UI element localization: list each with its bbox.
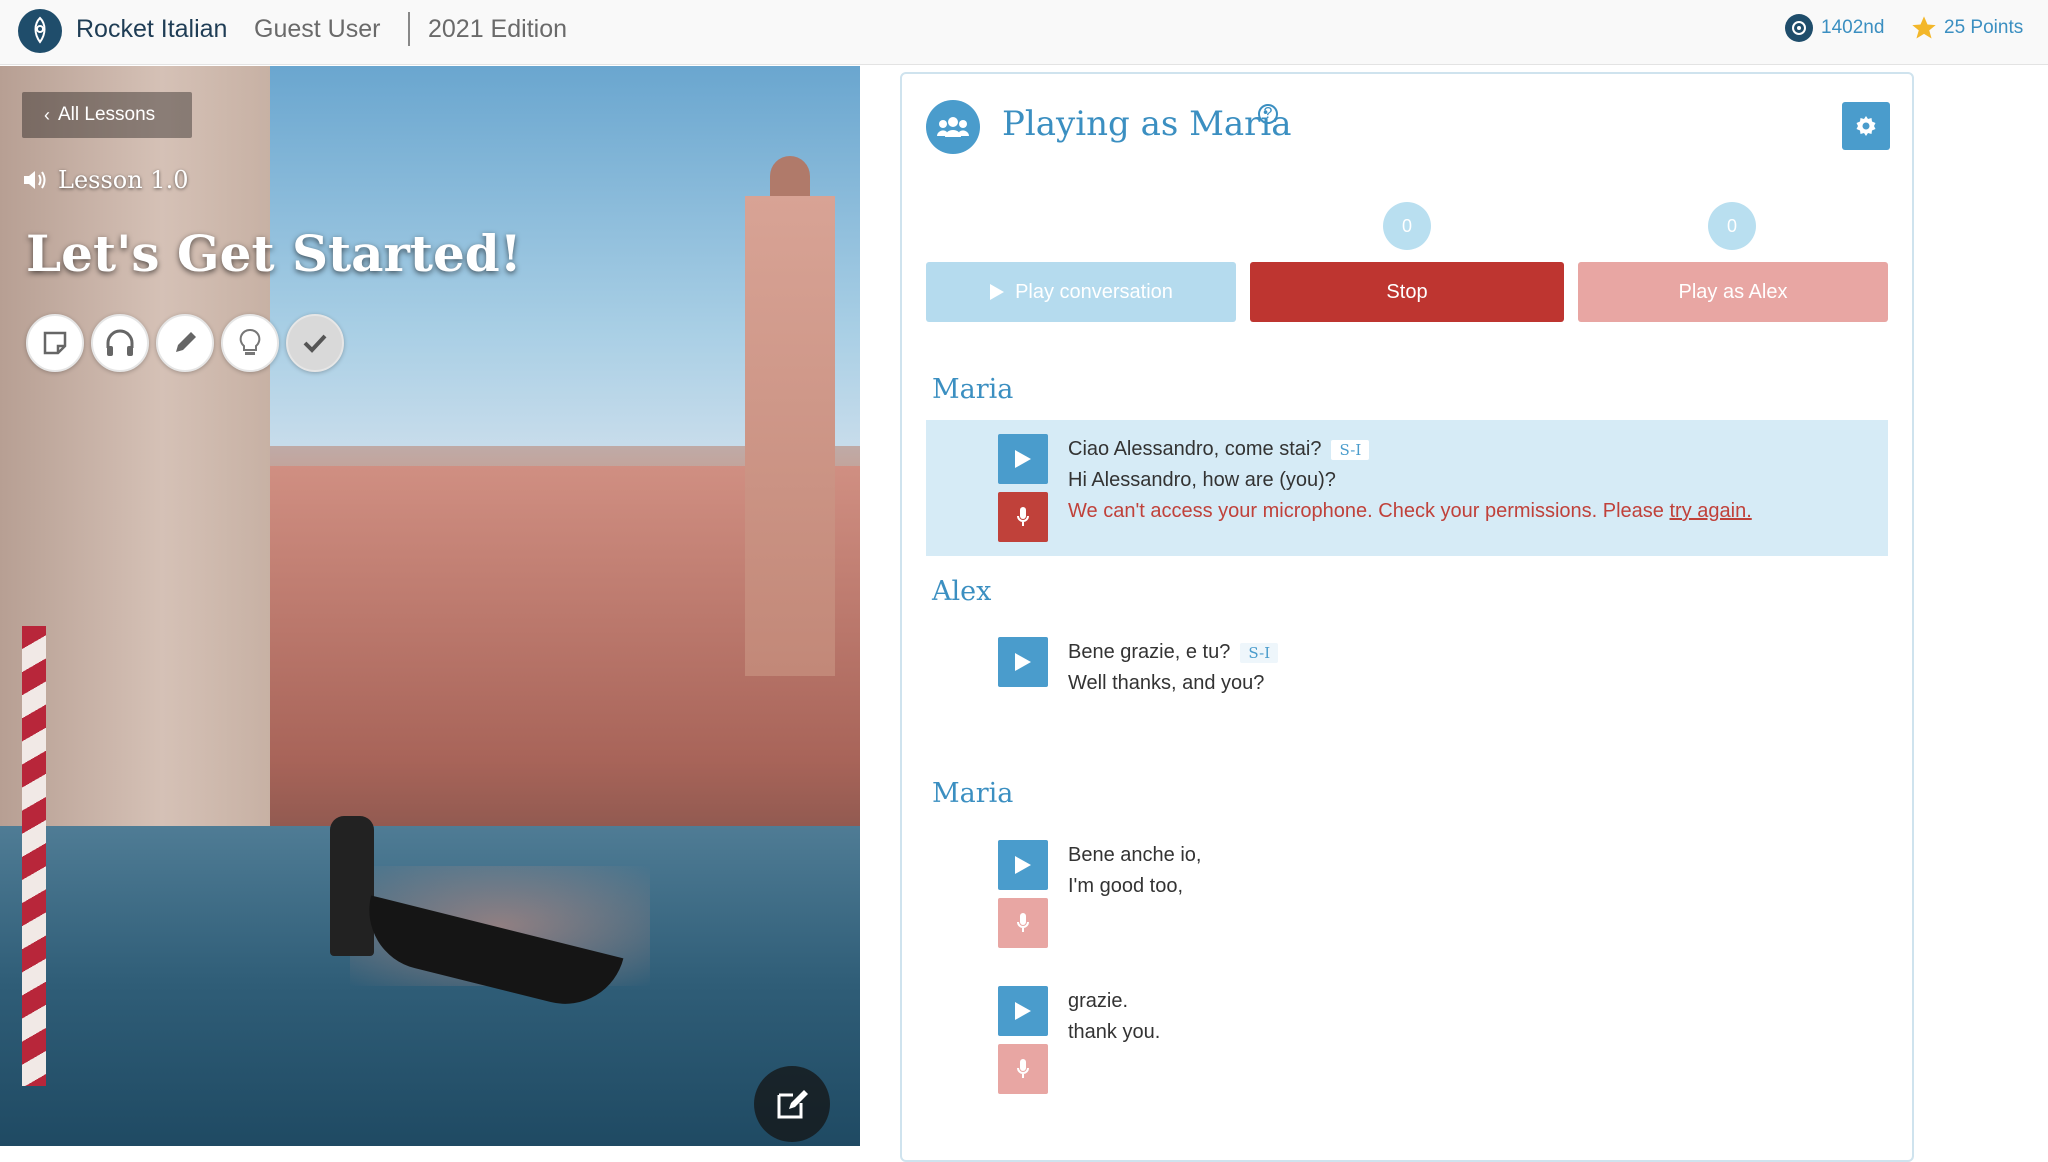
si-tag[interactable]: S-I <box>1240 642 1279 663</box>
line-italian: Bene anche io, <box>1068 844 1202 866</box>
speaker-name: Maria <box>932 778 1014 809</box>
line-italian: Bene grazie, e tu? S-I <box>1068 641 1279 664</box>
line-english: Hi Alessandro, how are (you)? <box>1068 469 1336 491</box>
play-icon <box>1015 653 1031 671</box>
hero-mooring-pole <box>22 626 46 1086</box>
all-lessons-button[interactable]: ‹ All Lessons <box>22 92 192 138</box>
line-english: I'm good too, <box>1068 875 1183 897</box>
leaderboard-icon <box>1785 14 1813 42</box>
edition-label: 2021 Edition <box>428 15 568 43</box>
play-as-alex-button[interactable]: Play as Alex <box>1578 262 1888 322</box>
activity-title: Playing as Maria <box>1002 104 1292 144</box>
line-italian-text: Bene grazie, e tu? <box>1068 641 1231 663</box>
all-lessons-label: All Lessons <box>58 104 156 125</box>
play-line-button[interactable] <box>998 986 1048 1036</box>
headphones-icon[interactable] <box>91 314 149 372</box>
star-icon <box>1912 16 1936 39</box>
microphone-icon <box>1017 1059 1029 1078</box>
record-line-button[interactable] <box>998 898 1048 948</box>
microphone-error-text: We can't access your microphone. Check y… <box>1068 500 1670 522</box>
group-icon <box>926 100 980 154</box>
record-line-button[interactable] <box>998 1044 1048 1094</box>
play-icon <box>1015 450 1031 468</box>
record-line-button[interactable] <box>998 492 1048 542</box>
header-divider <box>408 12 410 46</box>
line-italian: Ciao Alessandro, come stai? S-I <box>1068 438 1370 461</box>
user-name[interactable]: Guest User <box>254 15 380 44</box>
leaderboard-rank[interactable]: 1402nd <box>1785 14 1884 42</box>
points-display[interactable]: 25 Points <box>1910 14 2023 42</box>
speaker-name: Alex <box>932 576 992 607</box>
lesson-hero-image: ‹ All Lessons Lesson 1.0 Let's Get Start… <box>0 66 860 1146</box>
line-italian: grazie. <box>1068 990 1129 1012</box>
settings-button[interactable] <box>1842 102 1890 150</box>
try-again-link[interactable]: try again. <box>1669 500 1751 522</box>
rank-value: 1402nd <box>1821 17 1885 38</box>
lesson-title: Let's Get Started! <box>26 224 522 283</box>
chevron-left-icon: ‹ <box>44 104 50 125</box>
top-bar: Rocket Italian Guest User 2021 Edition 1… <box>0 0 2048 65</box>
gear-icon <box>1856 116 1876 136</box>
play-as-alex-label: Play as Alex <box>1678 280 1788 303</box>
microphone-icon <box>1017 913 1029 932</box>
play-icon <box>990 284 1005 300</box>
speaker-name: Maria <box>932 374 1014 405</box>
lesson-number: Lesson 1.0 <box>22 166 188 194</box>
stop-button[interactable]: Stop <box>1250 262 1564 322</box>
rocket-logo-icon[interactable] <box>18 9 62 53</box>
hero-gondolier <box>330 816 374 956</box>
checkmark-icon[interactable] <box>286 314 344 372</box>
points-value: 25 Points <box>1944 17 2024 38</box>
edit-icon <box>777 1090 808 1119</box>
microphone-icon <box>1017 507 1029 526</box>
role-play-card: Playing as Maria ? 0 0 Play conversation… <box>900 72 1914 1162</box>
notes-icon[interactable] <box>26 314 84 372</box>
play-line-button[interactable] <box>998 434 1048 484</box>
speaker-icon[interactable] <box>22 169 48 191</box>
line-english: Well thanks, and you? <box>1068 672 1265 694</box>
brand-name[interactable]: Rocket Italian <box>76 15 227 44</box>
play-icon <box>1015 856 1031 874</box>
stop-label: Stop <box>1386 280 1428 303</box>
hero-bell-tower <box>745 196 835 676</box>
line-english: thank you. <box>1068 1021 1161 1043</box>
lightbulb-icon[interactable] <box>221 314 279 372</box>
play-icon <box>1015 1002 1031 1020</box>
lesson-number-label: Lesson 1.0 <box>58 166 189 194</box>
lesson-tools <box>26 314 344 372</box>
play-line-button[interactable] <box>998 840 1048 890</box>
play-conversation-button[interactable]: Play conversation <box>926 262 1236 322</box>
edit-notes-button[interactable] <box>754 1066 830 1142</box>
help-icon[interactable]: ? <box>1258 104 1278 124</box>
alex-score-counter: 0 <box>1708 202 1756 250</box>
pencil-icon[interactable] <box>156 314 214 372</box>
line-italian-text: Ciao Alessandro, come stai? <box>1068 438 1322 460</box>
maria-score-counter: 0 <box>1383 202 1431 250</box>
play-conversation-label: Play conversation <box>1015 280 1173 303</box>
microphone-error: We can't access your microphone. Check y… <box>1068 500 1752 523</box>
si-tag[interactable]: S-I <box>1331 439 1370 460</box>
play-line-button[interactable] <box>998 637 1048 687</box>
